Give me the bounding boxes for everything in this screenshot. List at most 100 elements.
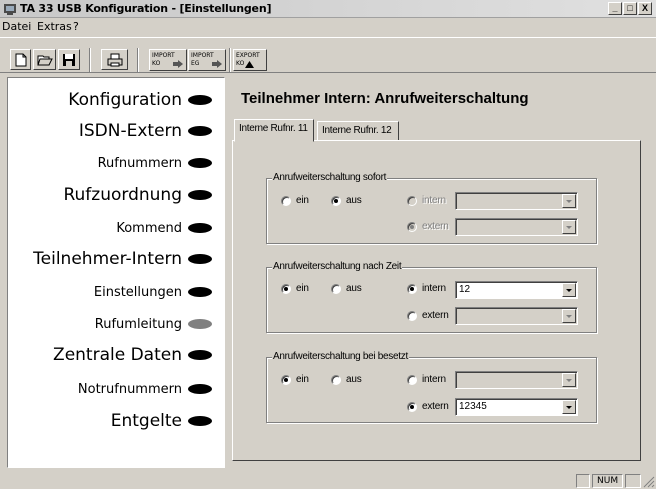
nav-item-rufzuordnung[interactable]: Rufzuordnung: [63, 185, 212, 205]
page-title: Teilnehmer Intern: Anrufweiterschaltung: [241, 90, 529, 107]
arrow-up-icon: [245, 61, 254, 68]
menu-datei[interactable]: Datei: [2, 20, 31, 33]
radio-button: [331, 283, 341, 294]
radio-besetzt-extern[interactable]: extern: [407, 401, 449, 412]
radio-label: extern: [422, 401, 449, 412]
radio-label: extern: [422, 221, 449, 232]
chevron-down-icon[interactable]: [562, 194, 576, 208]
radio-besetzt-ein[interactable]: ein: [281, 374, 309, 385]
radio-button: [407, 195, 417, 206]
maximize-button[interactable]: □: [623, 2, 637, 15]
radio-label: extern: [422, 310, 449, 321]
nav-item-notrufnummern[interactable]: Notrufnummern: [78, 379, 212, 399]
radio-zeit-intern[interactable]: intern: [407, 283, 446, 294]
nav-label: Rufnummern: [97, 155, 182, 171]
menu-extras[interactable]: Extras: [37, 20, 72, 33]
nav-item-konfiguration[interactable]: Konfiguration: [68, 90, 212, 110]
radio-zeit-extern[interactable]: extern: [407, 310, 449, 321]
save-button[interactable]: [58, 49, 80, 70]
nav-item-rufnummern[interactable]: Rufnummern: [98, 153, 212, 173]
combo-sofort-extern[interactable]: [455, 218, 578, 236]
nav-bullet-icon: [188, 254, 212, 264]
app-icon: [4, 4, 16, 15]
arrow-right-icon: [212, 60, 222, 68]
radio-label: ein: [296, 283, 309, 294]
menu-bar: Datei Extras ?: [0, 19, 656, 35]
radio-label: intern: [422, 283, 446, 294]
nav-item-kommend[interactable]: Kommend: [116, 218, 212, 238]
combo-sofort-intern[interactable]: [455, 192, 578, 210]
import-eg-line1: IMPORT: [191, 52, 214, 59]
nav-label: Rufumleitung: [94, 316, 182, 332]
chevron-down-icon[interactable]: [562, 400, 576, 414]
nav-item-isdn-extern[interactable]: ISDN-Extern: [79, 121, 212, 141]
toolbar: IMPORT KO IMPORT EG EXPORT KO: [0, 37, 656, 73]
chevron-down-icon[interactable]: [562, 220, 576, 234]
combo-value: 12345: [459, 401, 487, 412]
radio-zeit-ein[interactable]: ein: [281, 283, 309, 294]
combo-zeit-extern[interactable]: [455, 307, 578, 325]
radio-label: intern: [422, 374, 446, 385]
radio-zeit-aus[interactable]: aus: [331, 283, 362, 294]
nav-item-zentrale-daten[interactable]: Zentrale Daten: [53, 345, 212, 365]
nav-label: Teilnehmer-Intern: [33, 249, 182, 269]
export-ko-line1: EXPORT: [236, 52, 260, 59]
nav-label: Notrufnummern: [77, 381, 182, 397]
nav-bullet-icon: [188, 350, 212, 360]
nav-item-entgelte[interactable]: Entgelte: [111, 411, 212, 431]
chevron-down-icon[interactable]: [562, 309, 576, 323]
import-ko-button[interactable]: IMPORT KO: [149, 49, 187, 71]
combo-zeit-intern[interactable]: 12: [455, 281, 578, 299]
tab-rufnr-12[interactable]: Interne Rufnr. 12: [317, 121, 399, 141]
nav-bullet-icon: [188, 223, 212, 233]
chevron-down-icon[interactable]: [562, 283, 576, 297]
export-ko-button[interactable]: EXPORT KO: [233, 49, 267, 71]
print-button[interactable]: [101, 49, 128, 70]
combo-besetzt-intern[interactable]: [455, 371, 578, 389]
nav-item-rufumleitung[interactable]: Rufumleitung: [95, 314, 212, 334]
radio-sofort-ein[interactable]: ein: [281, 195, 309, 206]
radio-label: aus: [346, 195, 362, 206]
radio-sofort-aus[interactable]: aus: [331, 195, 362, 206]
import-ko-line1: IMPORT: [152, 52, 175, 59]
nav-bullet-active-icon: [188, 319, 212, 329]
arrow-right-icon: [173, 60, 183, 68]
combo-value: 12: [459, 284, 471, 295]
tab-rufnr-11[interactable]: Interne Rufnr. 11: [234, 119, 314, 142]
radio-button: [281, 283, 291, 294]
radio-label: ein: [296, 374, 309, 385]
nav-label: Rufzuordnung: [63, 185, 182, 205]
nav-label: Kommend: [116, 220, 182, 236]
radio-sofort-extern[interactable]: extern: [407, 221, 449, 232]
menu-help[interactable]: ?: [73, 20, 79, 33]
nav-bullet-icon: [188, 287, 212, 297]
navigation-sidebar: Konfiguration ISDN-Extern Rufnummern Ruf…: [7, 77, 225, 468]
chevron-down-icon[interactable]: [562, 373, 576, 387]
num-indicator: NUM: [592, 474, 623, 488]
open-button[interactable]: [33, 49, 56, 70]
radio-button: [407, 283, 417, 294]
close-button[interactable]: X: [638, 2, 652, 15]
radio-button: [407, 401, 417, 412]
nav-item-einstellungen[interactable]: Einstellungen: [94, 282, 212, 302]
radio-sofort-intern[interactable]: intern: [407, 195, 446, 206]
nav-item-teilnehmer-intern[interactable]: Teilnehmer-Intern: [33, 249, 212, 269]
status-cell: [576, 474, 590, 488]
radio-label: intern: [422, 195, 446, 206]
radio-besetzt-intern[interactable]: intern: [407, 374, 446, 385]
title-bar[interactable]: TA 33 USB Konfiguration - [Einstellungen…: [0, 0, 656, 18]
new-button[interactable]: [10, 49, 31, 70]
group-legend: Anrufweiterschaltung sofort: [272, 172, 388, 183]
nav-label: Einstellungen: [93, 284, 182, 300]
combo-besetzt-extern[interactable]: 12345: [455, 398, 578, 416]
minimize-button[interactable]: _: [608, 2, 622, 15]
resize-grip-icon[interactable]: [643, 476, 655, 488]
import-eg-button[interactable]: IMPORT EG: [188, 49, 226, 71]
nav-bullet-icon: [188, 158, 212, 168]
radio-label: ein: [296, 195, 309, 206]
status-cell: [625, 474, 641, 488]
radio-besetzt-aus[interactable]: aus: [331, 374, 362, 385]
radio-label: aus: [346, 283, 362, 294]
radio-button: [407, 221, 417, 232]
radio-label: aus: [346, 374, 362, 385]
